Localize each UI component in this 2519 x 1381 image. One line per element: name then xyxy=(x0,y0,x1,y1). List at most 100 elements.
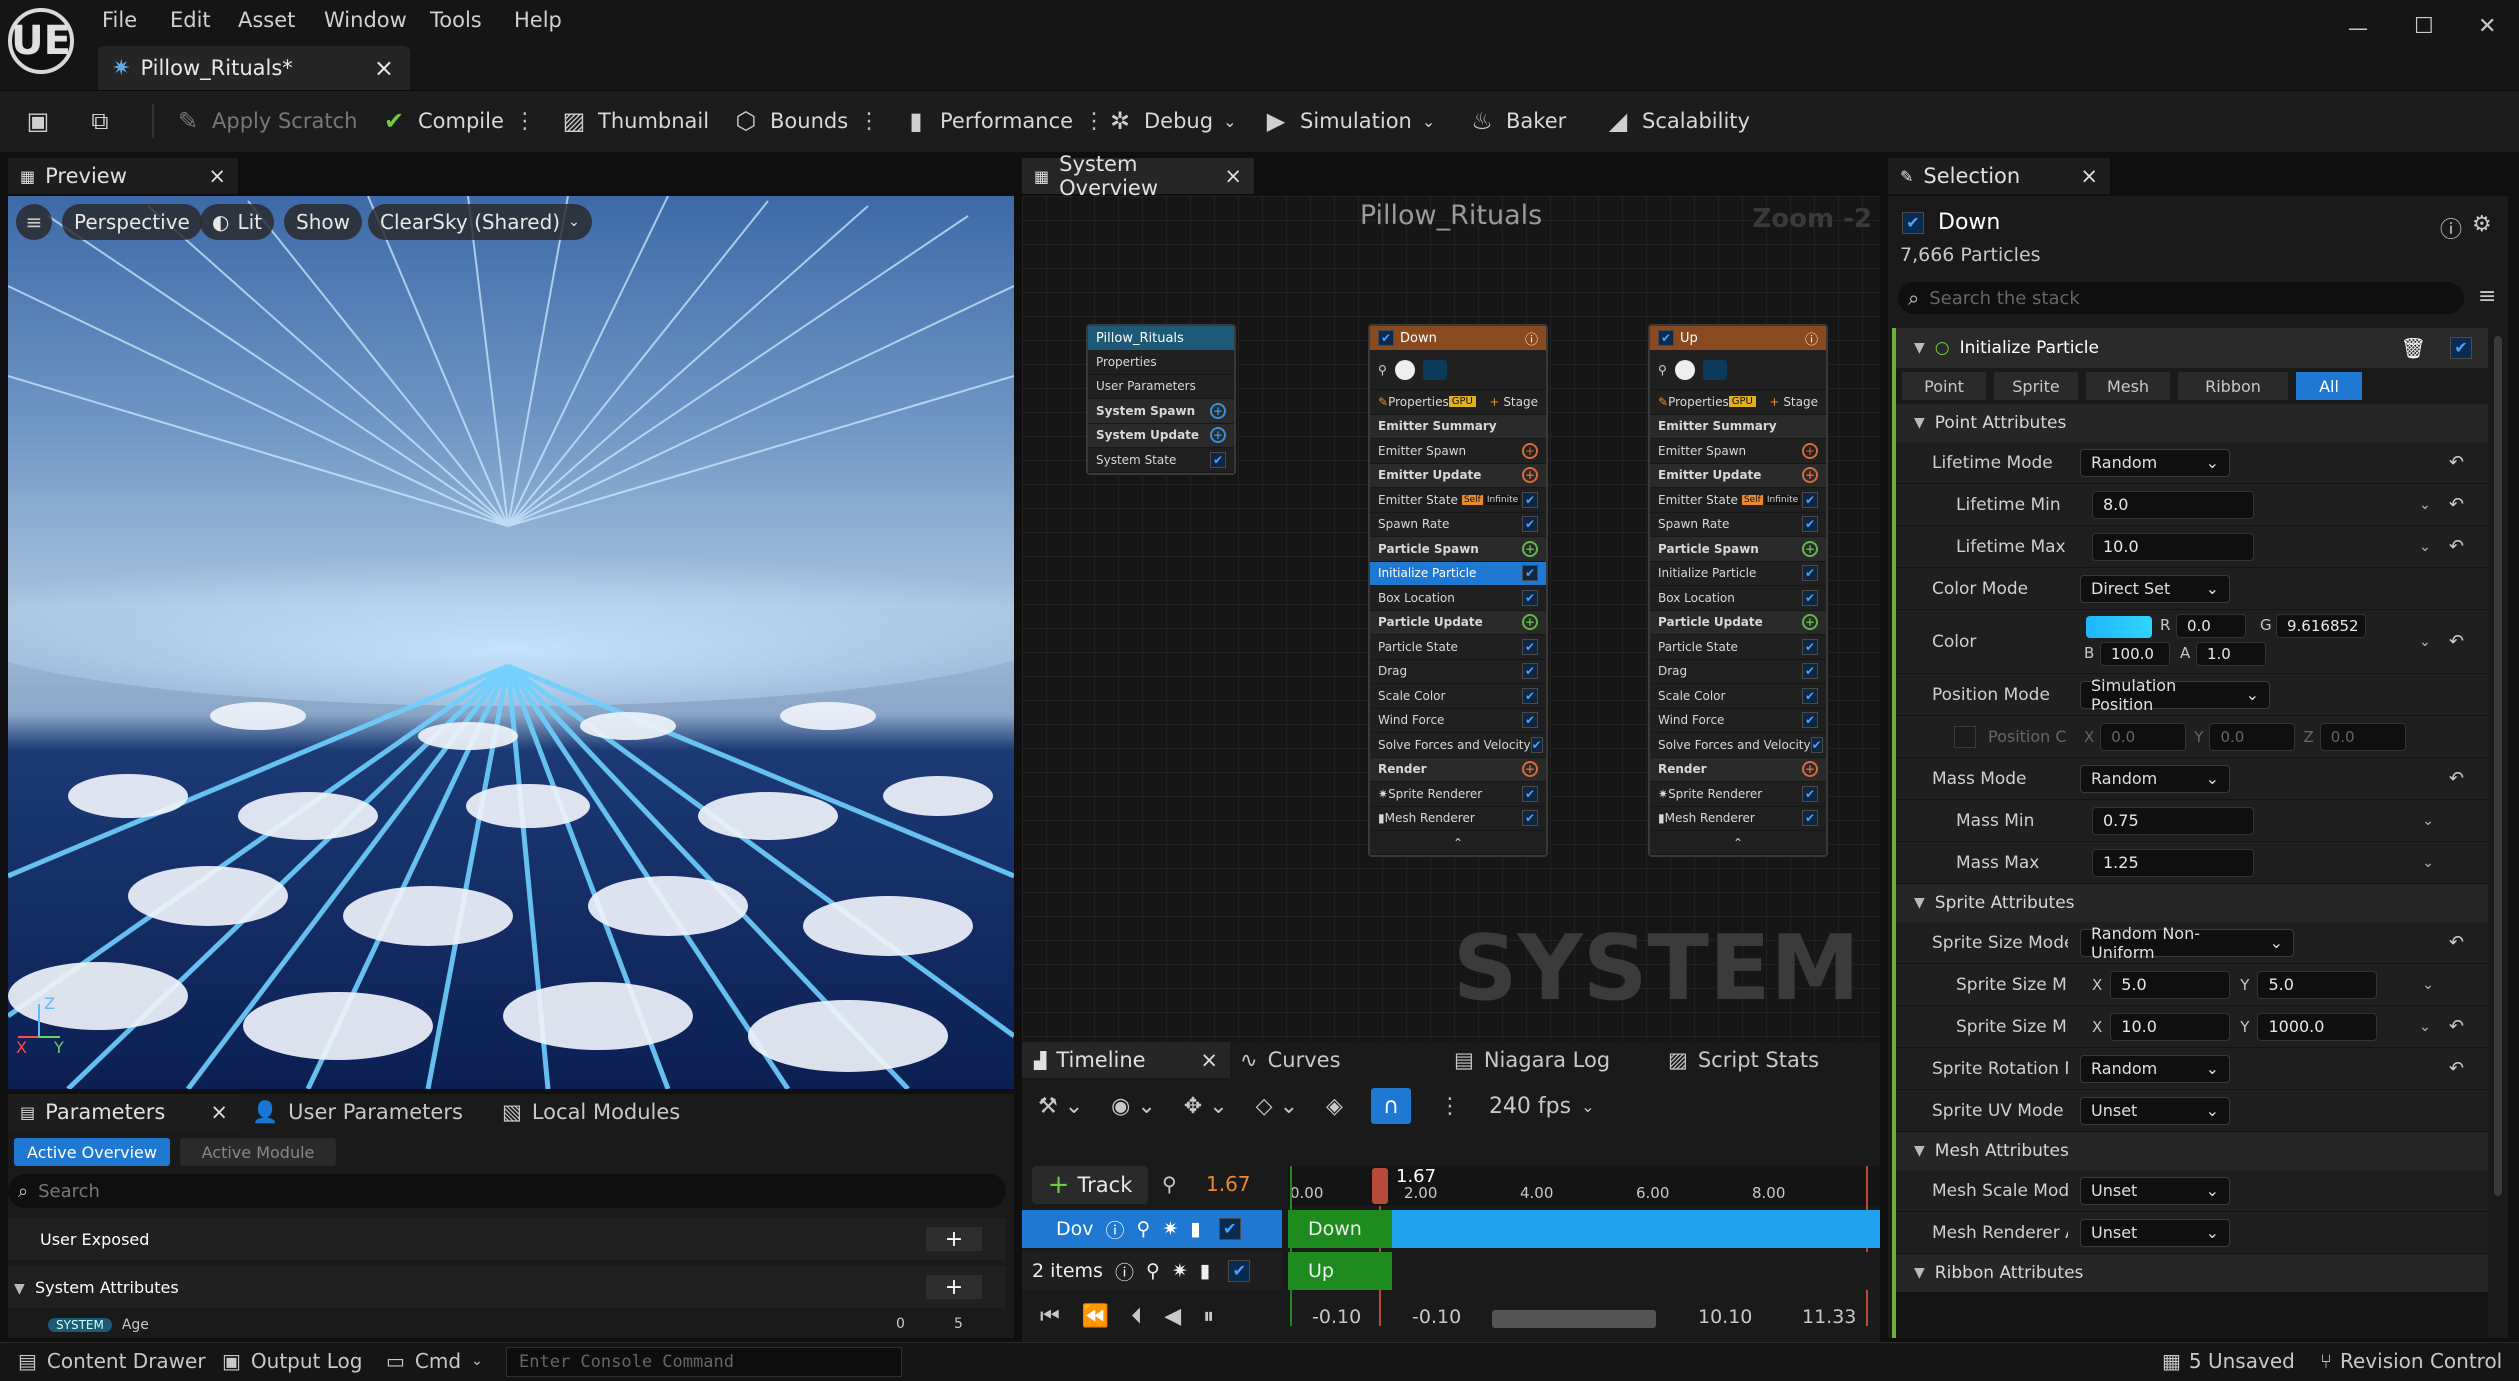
snap-icon[interactable]: ∩ xyxy=(1370,1088,1411,1124)
stage-label[interactable]: Stage xyxy=(1783,395,1818,409)
revision-control-button[interactable]: ⑂ Revision Control xyxy=(2320,1349,2502,1373)
category-ribbon-attributes[interactable]: ▼ Ribbon Attributes xyxy=(1896,1254,2488,1292)
reset-icon[interactable]: ↶ xyxy=(2449,536,2464,557)
module-enable-checkbox[interactable]: ✔ xyxy=(1522,663,1538,680)
emitter-row[interactable]: Render + xyxy=(1650,757,1826,782)
close-icon[interactable]: × xyxy=(208,164,226,188)
emitter-row[interactable]: Particle Update + xyxy=(1370,610,1546,635)
position-x-input[interactable]: 0.0 xyxy=(2100,722,2187,751)
mesh-renderer-dropdown[interactable]: Unset ⌄ xyxy=(2080,1218,2230,1247)
performance-options-icon[interactable]: ⋮ xyxy=(1083,109,1105,134)
module-enable-checkbox[interactable]: ✔ xyxy=(1522,810,1538,827)
emitter-enable-checkbox[interactable]: ✔ xyxy=(1658,330,1674,346)
tab-curves[interactable]: ∿ Curves xyxy=(1240,1042,1341,1078)
bounds-options-icon[interactable]: ⋮ xyxy=(858,109,880,134)
chevron-down-icon[interactable]: ⌄ xyxy=(2422,977,2434,993)
compile-options-icon[interactable]: ⋮ xyxy=(514,109,536,134)
pin-icon[interactable]: ⚲ xyxy=(1378,363,1387,377)
filter-icon[interactable]: ⚲ xyxy=(1162,1172,1177,1196)
current-time-value[interactable]: 1.67 xyxy=(1206,1172,1251,1196)
stage-label[interactable]: Stage xyxy=(1503,395,1538,409)
tab-parameters[interactable]: ▤ Parameters × xyxy=(8,1094,240,1130)
save-button[interactable]: ▣ xyxy=(24,90,52,152)
perspective-button[interactable]: Perspective xyxy=(62,204,202,240)
module-enable-checkbox[interactable]: ✔ xyxy=(1802,516,1818,533)
menu-file[interactable]: File xyxy=(102,8,137,32)
pin-icon[interactable]: ⚲ xyxy=(1137,1218,1151,1240)
emitter-row[interactable]: ✎ Properties GPU + Stage xyxy=(1650,390,1826,415)
sprite-size-max-y-input[interactable]: 1000.0 xyxy=(2257,1012,2378,1041)
add-module-icon[interactable]: + xyxy=(1802,442,1818,459)
system-node-system-spawn[interactable]: System Spawn + xyxy=(1088,399,1234,424)
simulation-button[interactable]: ▶ Simulation ⌄ xyxy=(1262,90,1436,152)
system-node-properties[interactable]: Properties xyxy=(1088,350,1234,375)
add-module-icon[interactable]: + xyxy=(1522,467,1538,484)
module-enable-checkbox[interactable]: ✔ xyxy=(1802,712,1818,729)
unsaved-button[interactable]: ▦ 5 Unsaved xyxy=(2162,1349,2295,1373)
range-start-value[interactable]: -0.10 xyxy=(1312,1306,1361,1328)
reset-icon[interactable]: ↶ xyxy=(2449,1016,2464,1037)
emitter-row[interactable]: Particle State ✔ xyxy=(1650,635,1826,660)
module-enable-checkbox[interactable]: ✔ xyxy=(1802,687,1818,704)
first-frame-icon[interactable]: ⏮ xyxy=(1040,1304,1060,1329)
chevron-down-icon[interactable]: ⌄ xyxy=(2419,497,2431,513)
add-module-icon[interactable]: + xyxy=(1522,614,1538,631)
add-icon[interactable]: + xyxy=(926,1227,982,1252)
browse-button[interactable]: ⧉ xyxy=(86,90,114,152)
module-enable-checkbox[interactable]: ✔ xyxy=(1810,736,1823,753)
play-reverse-icon[interactable]: ◀ xyxy=(1164,1304,1181,1329)
prev-frame-icon[interactable]: ⏴ xyxy=(1131,1304,1142,1329)
system-age-row[interactable]: SYSTEM Age xyxy=(48,1316,149,1334)
lifetime-min-input[interactable]: 8.0 xyxy=(2092,490,2254,519)
emitter-row[interactable]: Emitter Update + xyxy=(1370,463,1546,488)
color-mode-dropdown[interactable]: Direct Set ⌄ xyxy=(2080,574,2230,603)
info-icon[interactable]: ⓘ xyxy=(1106,1216,1125,1243)
close-icon[interactable]: × xyxy=(374,54,394,82)
time-ruler[interactable]: 0.00 2.00 4.00 6.00 8.00 1.67 xyxy=(1288,1166,1880,1206)
cmd-dropdown[interactable]: ▭ Cmd ⌄ xyxy=(386,1349,483,1373)
add-module-icon[interactable]: + xyxy=(1802,467,1818,484)
module-enable-checkbox[interactable]: ✔ xyxy=(1522,687,1538,704)
system-overview-graph[interactable]: Pillow_Rituals Zoom -2 SYSTEM Pillow_Rit… xyxy=(1022,196,1880,1042)
add-stage-icon[interactable]: + xyxy=(1489,395,1499,409)
add-module-icon[interactable]: + xyxy=(1522,540,1538,557)
sprite-size-min-y-input[interactable]: 5.0 xyxy=(2257,970,2378,999)
emitter-row[interactable]: Particle Spawn + xyxy=(1650,537,1826,562)
maximize-button[interactable]: ☐ xyxy=(2414,14,2434,39)
emitter-row[interactable]: Scale Color ✔ xyxy=(1650,684,1826,709)
emitter-row[interactable]: Particle Update + xyxy=(1650,610,1826,635)
range-end-value[interactable]: 11.33 xyxy=(1802,1306,1856,1328)
emitter-row[interactable]: Spawn Rate ✔ xyxy=(1650,513,1826,537)
mass-min-input[interactable]: 0.75 xyxy=(2092,806,2254,835)
color-r-input[interactable]: 0.0 xyxy=(2176,613,2246,638)
emitter-row[interactable]: ✷ Sprite Renderer ✔ xyxy=(1370,782,1546,807)
emitter-row[interactable]: Wind Force ✔ xyxy=(1370,709,1546,733)
color-swatch[interactable] xyxy=(2086,615,2152,638)
active-module-button[interactable]: Active Module xyxy=(180,1138,336,1166)
track-enable-checkbox[interactable]: ✔ xyxy=(1228,1260,1251,1282)
reset-icon[interactable]: ↶ xyxy=(2449,932,2464,953)
thumbnail-button[interactable]: ▨ Thumbnail xyxy=(560,90,709,152)
sparkle-icon[interactable]: ✷ xyxy=(1172,1260,1188,1282)
playhead-handle[interactable] xyxy=(1372,1168,1388,1204)
emitter-node-down[interactable]: ✔ Down ⓘ ⚲ ✎ Properties GPU + Stage Emitter Sum… xyxy=(1368,324,1548,857)
reset-icon[interactable]: ↶ xyxy=(2449,494,2464,515)
emitter-row[interactable]: Render + xyxy=(1370,757,1546,782)
tab-timeline[interactable]: ▟ Timeline × xyxy=(1022,1042,1230,1078)
show-button[interactable]: Show xyxy=(284,204,362,240)
active-overview-button[interactable]: Active Overview xyxy=(14,1138,170,1166)
emitter-row[interactable]: ▮ Mesh Renderer ✔ xyxy=(1370,807,1546,831)
clip-icon[interactable]: ▮ xyxy=(1200,1260,1210,1282)
emitter-row[interactable]: Wind Force ✔ xyxy=(1650,709,1826,733)
menu-tools[interactable]: Tools xyxy=(430,8,482,32)
emitter-row[interactable]: Spawn Rate ✔ xyxy=(1370,513,1546,537)
emitter-row[interactable]: Emitter Summary xyxy=(1370,414,1546,439)
emitter-row[interactable]: ✎ Properties GPU + Stage xyxy=(1370,390,1546,415)
tab-niagara-log[interactable]: ▤ Niagara Log xyxy=(1454,1042,1610,1078)
prev-key-icon[interactable]: ⏪ xyxy=(1082,1304,1109,1329)
chevron-down-icon[interactable]: ⌄ xyxy=(2419,1019,2431,1035)
module-enable-checkbox[interactable]: ✔ xyxy=(1802,491,1818,508)
module-enable-checkbox[interactable]: ✔ xyxy=(1522,589,1538,606)
lifetime-max-input[interactable]: 10.0 xyxy=(2092,532,2254,561)
console-command-input[interactable]: Enter Console Command xyxy=(506,1347,902,1377)
